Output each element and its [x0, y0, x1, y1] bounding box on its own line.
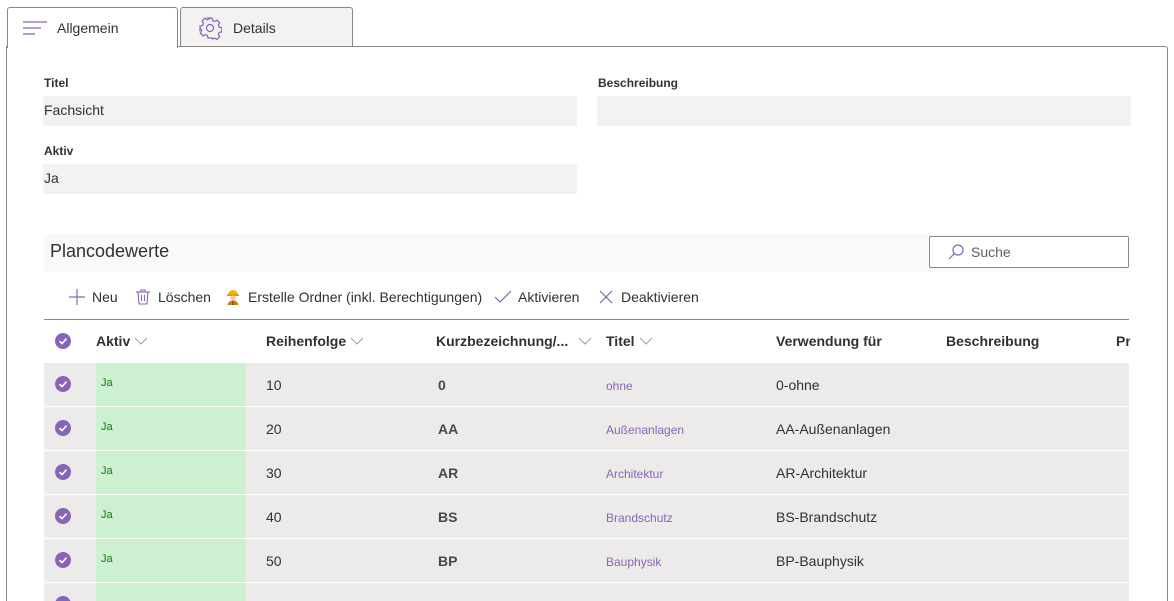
tab-details[interactable]: Details	[180, 7, 353, 47]
chevron-down-icon	[639, 337, 653, 345]
worker-icon	[224, 288, 242, 306]
column-header-beschreibung[interactable]: Beschreibung	[946, 332, 1039, 350]
chevron-down-icon	[578, 337, 592, 345]
aktiv-cell	[96, 583, 246, 601]
menu-lines-icon	[22, 15, 48, 41]
aktiv-cell: Ja	[96, 495, 246, 538]
new-button[interactable]: Neu	[68, 286, 118, 308]
titel-link[interactable]: ohne	[606, 379, 633, 393]
aktiv-value: Ja	[101, 465, 113, 477]
row-check-icon[interactable]	[55, 596, 71, 601]
verwendung-cell: 0-ohne	[776, 377, 820, 393]
plus-icon	[68, 288, 86, 306]
column-header-kurzbezeichnung[interactable]: Kurzbezeichnung/...	[436, 332, 592, 350]
column-header-label: Aktiv	[96, 333, 131, 349]
kurz-cell: 0	[438, 377, 446, 393]
aktiv-value: Ja	[101, 553, 113, 565]
aktiv-value: Ja	[101, 509, 113, 521]
field-value-aktiv[interactable]: Ja	[43, 164, 577, 194]
field-value-titel[interactable]: Fachsicht	[43, 96, 577, 126]
column-header-label: Titel	[606, 333, 635, 349]
checkmark-icon	[494, 288, 512, 306]
column-header-label: Reihenfolge	[266, 333, 347, 349]
column-header-label: Beschreibung	[946, 333, 1040, 349]
list-title: Plancodewerte	[50, 241, 170, 261]
deactivate-label: Deaktivieren	[621, 289, 699, 305]
row-check-icon[interactable]	[55, 376, 71, 392]
field-value-beschreibung[interactable]	[597, 96, 1131, 126]
column-header-reihenfolge[interactable]: Reihenfolge	[266, 332, 364, 350]
create-folder-label: Erstelle Ordner (inkl. Berechtigungen)	[248, 289, 483, 305]
row-check-icon[interactable]	[55, 464, 71, 480]
field-label-titel: Titel	[44, 76, 69, 90]
field-label-aktiv: Aktiv	[44, 144, 74, 158]
kurz-cell: BP	[438, 553, 458, 569]
row-check-icon[interactable]	[55, 420, 71, 436]
titel-link[interactable]: Außenanlagen	[606, 423, 684, 437]
reihenfolge-cell: 30	[266, 465, 282, 481]
tab-allgemein[interactable]: Allgemein	[7, 7, 178, 48]
column-header-titel[interactable]: Titel	[606, 332, 653, 350]
tab-label: Allgemein	[57, 20, 119, 36]
new-label: Neu	[92, 289, 118, 305]
chevron-down-icon	[350, 337, 364, 345]
search-box[interactable]: Suche	[929, 236, 1129, 268]
tab-label: Details	[233, 19, 276, 36]
kurz-cell: AA	[438, 421, 459, 437]
chevron-down-icon	[134, 337, 148, 345]
titel-link[interactable]: Brandschutz	[606, 511, 673, 525]
aktiv-value: Ja	[101, 421, 113, 433]
close-icon	[597, 288, 615, 306]
reihenfolge-cell: 20	[266, 421, 282, 437]
aktiv-cell: Ja	[96, 363, 246, 406]
column-header-verwendung[interactable]: Verwendung für	[776, 332, 882, 350]
column-header-label: Kurzbezeichnung/...	[436, 333, 569, 349]
gear-icon	[197, 15, 223, 41]
search-icon	[947, 242, 967, 262]
verwendung-cell: BS-Brandschutz	[776, 509, 878, 525]
column-header-aktiv[interactable]: Aktiv	[96, 332, 148, 350]
aktiv-cell: Ja	[96, 451, 246, 494]
row-check-icon[interactable]	[55, 508, 71, 524]
column-header-label: Verwendung für	[776, 333, 882, 349]
trash-icon	[134, 288, 152, 306]
column-header-label: Pr	[1116, 333, 1130, 349]
delete-label: Löschen	[158, 289, 211, 305]
reihenfolge-cell: 10	[266, 377, 282, 393]
kurz-cell: AR	[438, 465, 459, 481]
kurz-cell: BS	[438, 509, 458, 525]
command-divider	[44, 319, 1129, 320]
row-check-icon[interactable]	[55, 552, 71, 568]
reihenfolge-cell: 50	[266, 553, 282, 569]
activate-button[interactable]: Aktivieren	[494, 286, 579, 308]
delete-button[interactable]: Löschen	[134, 286, 211, 308]
reihenfolge-cell: 40	[266, 509, 282, 525]
titel-link[interactable]: Bauphysik	[606, 555, 661, 569]
select-all-check-icon[interactable]	[55, 333, 71, 349]
verwendung-cell: BP-Bauphysik	[776, 553, 864, 569]
verwendung-cell: AR-Architektur	[776, 465, 868, 481]
deactivate-button[interactable]: Deaktivieren	[597, 286, 699, 308]
titel-link[interactable]: Architektur	[606, 467, 663, 481]
activate-label: Aktivieren	[518, 289, 580, 305]
aktiv-value: Ja	[101, 377, 113, 389]
field-label-beschreibung: Beschreibung	[598, 76, 679, 90]
search-placeholder: Suche	[971, 244, 1011, 260]
verwendung-cell: AA-Außenanlagen	[776, 421, 891, 437]
create-folder-button[interactable]: Erstelle Ordner (inkl. Berechtigungen)	[224, 286, 482, 308]
column-header-pr[interactable]: Pr	[1116, 332, 1130, 350]
aktiv-cell: Ja	[96, 539, 246, 582]
aktiv-cell: Ja	[96, 407, 246, 450]
